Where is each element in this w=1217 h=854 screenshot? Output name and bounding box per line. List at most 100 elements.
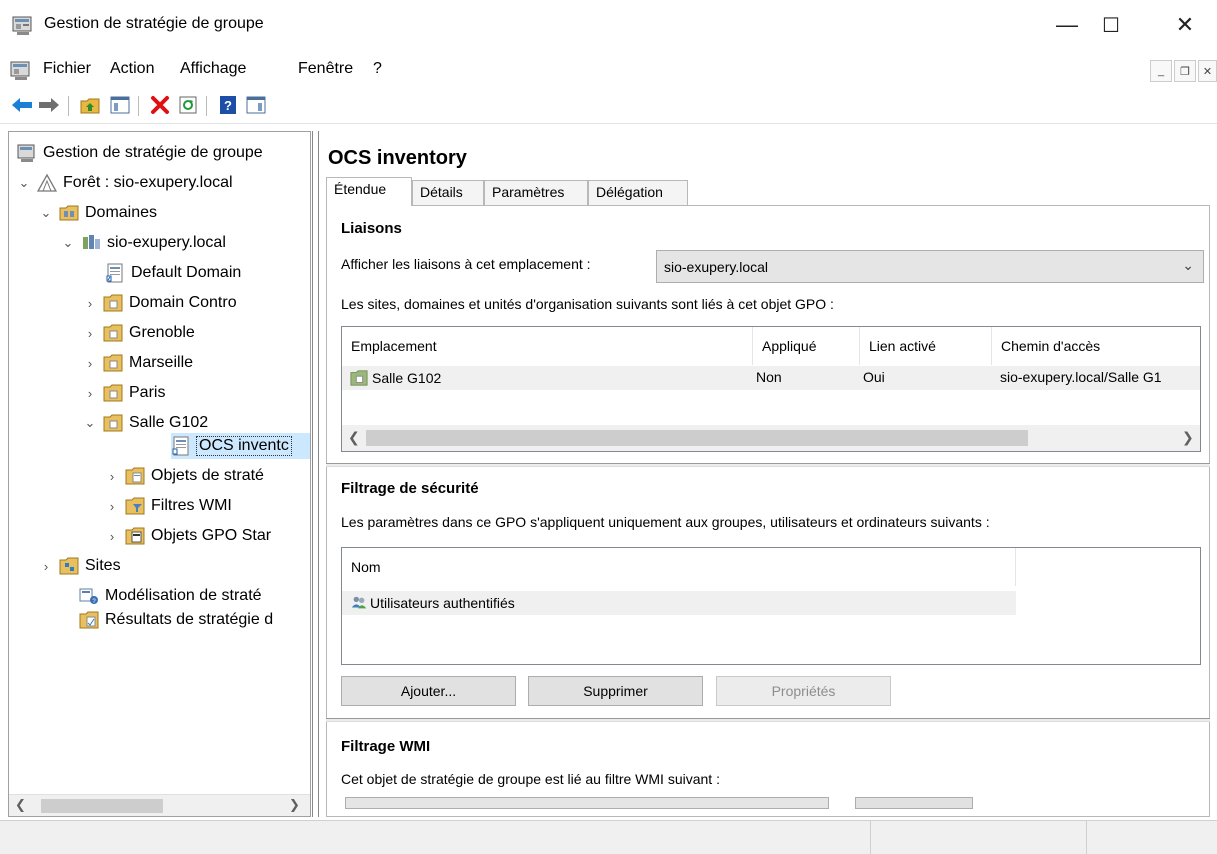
tree-horizontal-scrollbar[interactable]: ❮ ❯ [9, 794, 310, 816]
back-arrow-icon[interactable] [10, 93, 34, 117]
security-description: Les paramètres dans ce GPO s'appliquent … [341, 514, 990, 530]
scroll-right-arrow-icon[interactable]: ❯ [289, 797, 300, 813]
properties-pane-icon[interactable] [244, 93, 268, 117]
column-header-location[interactable]: Emplacement [342, 327, 753, 365]
tab-details[interactable]: Détails [412, 180, 484, 205]
wmi-filter-combobox[interactable] [345, 797, 829, 809]
add-button[interactable]: Ajouter... [341, 676, 516, 706]
tab-delegation[interactable]: Délégation [588, 180, 688, 205]
tree-item-grenoble[interactable]: › Grenoble [83, 320, 195, 346]
link-location-cell: Salle G102 [372, 370, 442, 386]
tree-item-sites[interactable]: › Sites [39, 553, 121, 579]
collapse-chevron-icon[interactable]: ⌄ [61, 235, 75, 251]
list-item[interactable]: Utilisateurs authentifiés [342, 591, 1016, 615]
scroll-left-arrow-icon[interactable]: ❮ [348, 429, 360, 446]
links-section-title: Liaisons [341, 220, 402, 237]
result-pane: OCS inventory Étendue Détails Paramètres… [318, 131, 1217, 817]
ou-folder-icon [103, 413, 123, 433]
console-tree[interactable]: Gestion de stratégie de groupe ⌄ Forêt :… [8, 131, 311, 817]
column-header-enabled[interactable]: Lien activé [860, 327, 992, 365]
column-header-name[interactable]: Nom [342, 548, 1016, 586]
expand-chevron-icon[interactable]: › [39, 559, 53, 574]
expand-chevron-icon[interactable]: › [83, 356, 97, 371]
column-header-path[interactable]: Chemin d'accès [992, 327, 1200, 365]
up-folder-icon[interactable] [78, 93, 102, 117]
toolbar: ? [0, 88, 1217, 124]
users-group-icon [350, 594, 368, 612]
tree-item-default-domain[interactable]: Default Domain [105, 260, 241, 286]
mdi-close-button[interactable]: ✕ [1198, 60, 1217, 82]
links-horizontal-scrollbar[interactable]: ❮ ❯ [342, 425, 1200, 451]
table-row[interactable]: Salle G102 Non Oui sio-exupery.local/Sal… [342, 366, 1200, 390]
tree-item-modeling[interactable]: ? Modélisation de straté [79, 583, 262, 609]
menu-help[interactable]: ? [373, 60, 382, 78]
domain-icon [81, 233, 101, 253]
collapse-chevron-icon[interactable]: ⌄ [39, 205, 53, 221]
expand-chevron-icon[interactable]: › [83, 386, 97, 401]
help-icon[interactable]: ? [216, 93, 240, 117]
scrollbar-thumb[interactable] [366, 430, 1028, 446]
menu-action[interactable]: Action [110, 60, 154, 78]
links-listview[interactable]: Emplacement Appliqué Lien activé Chemin … [341, 326, 1201, 452]
tree-item-starter-gpos[interactable]: › Objets GPO Star [105, 523, 271, 549]
collapse-chevron-icon[interactable]: ⌄ [17, 175, 31, 191]
show-hide-tree-icon[interactable] [108, 93, 132, 117]
menu-fichier[interactable]: Fichier [43, 60, 91, 78]
gpmc-app-icon [12, 14, 34, 40]
expand-chevron-icon[interactable]: › [83, 326, 97, 341]
tree-item-gpo-objects[interactable]: › Objets de straté [105, 463, 264, 489]
tree-item-wmi-filters[interactable]: › Filtres WMI [105, 493, 232, 519]
mdi-restore-button[interactable]: ❐ [1174, 60, 1196, 82]
collapse-chevron-icon[interactable]: ⌄ [83, 415, 97, 431]
link-location-combobox[interactable]: sio-exupery.local ⌄ [656, 250, 1204, 283]
close-button[interactable]: ✕ [1155, 0, 1215, 50]
expand-chevron-icon[interactable]: › [105, 499, 119, 514]
gpo-results-icon [79, 610, 99, 630]
tab-parametres[interactable]: Paramètres [484, 180, 588, 205]
scrollbar-thumb[interactable] [41, 799, 163, 813]
gpo-link-icon [105, 263, 125, 283]
forest-icon [36, 173, 58, 193]
tree-item-domains[interactable]: ⌄ Domaines [39, 200, 157, 226]
gpmc-icon [17, 143, 37, 163]
window-title: Gestion de stratégie de groupe [44, 15, 264, 32]
maximize-button[interactable]: ☐ [1081, 0, 1141, 50]
wmi-open-button[interactable] [855, 797, 973, 809]
properties-button[interactable]: Propriétés [716, 676, 891, 706]
tree-item-ocs-inventory[interactable]: OCS inventc [171, 433, 310, 459]
remove-button[interactable]: Supprimer [528, 676, 703, 706]
menu-fenetre[interactable]: Fenêtre [298, 60, 353, 78]
security-principal-cell: Utilisateurs authentifiés [370, 595, 515, 611]
expand-chevron-icon[interactable]: › [83, 296, 97, 311]
tree-item-forest[interactable]: ⌄ Forêt : sio-exupery.local [17, 170, 233, 196]
sites-folder-icon [59, 556, 79, 576]
ou-folder-icon [103, 293, 123, 313]
scroll-right-arrow-icon[interactable]: ❯ [1182, 429, 1194, 446]
wmi-section-title: Filtrage WMI [341, 738, 431, 755]
mdi-minimize-button[interactable]: _ [1150, 60, 1172, 82]
expand-chevron-icon[interactable]: › [105, 529, 119, 544]
scroll-left-arrow-icon[interactable]: ❮ [15, 797, 26, 813]
tree-item-root[interactable]: Gestion de stratégie de groupe [17, 140, 263, 166]
column-header-enforced[interactable]: Appliqué [753, 327, 860, 365]
section-divider[interactable] [326, 718, 1210, 722]
menu-affichage[interactable]: Affichage [180, 60, 246, 78]
ou-folder-icon [103, 353, 123, 373]
tab-etendue[interactable]: Étendue [326, 177, 412, 206]
section-divider[interactable] [326, 463, 1210, 467]
security-buttons: Ajouter... Supprimer Propriétés [341, 676, 901, 706]
tree-item-domain[interactable]: ⌄ sio-exupery.local [61, 230, 226, 256]
security-listview[interactable]: Nom Utilisateurs authentifiés [341, 547, 1201, 665]
tree-item-marseille[interactable]: › Marseille [83, 350, 193, 376]
starter-gpo-folder-icon [125, 526, 145, 546]
forward-arrow-icon[interactable] [37, 93, 61, 117]
tree-item-results[interactable]: Résultats de stratégie d [79, 607, 273, 633]
svg-text:?: ? [224, 98, 232, 113]
tree-item-paris[interactable]: › Paris [83, 380, 165, 406]
mmc-menu-icon[interactable] [10, 59, 32, 85]
link-path-cell: sio-exupery.local/Salle G1 [1000, 369, 1162, 385]
expand-chevron-icon[interactable]: › [105, 469, 119, 484]
tree-item-domain-controllers[interactable]: › Domain Contro [83, 290, 237, 316]
delete-icon[interactable] [148, 93, 172, 117]
refresh-icon[interactable] [176, 93, 200, 117]
